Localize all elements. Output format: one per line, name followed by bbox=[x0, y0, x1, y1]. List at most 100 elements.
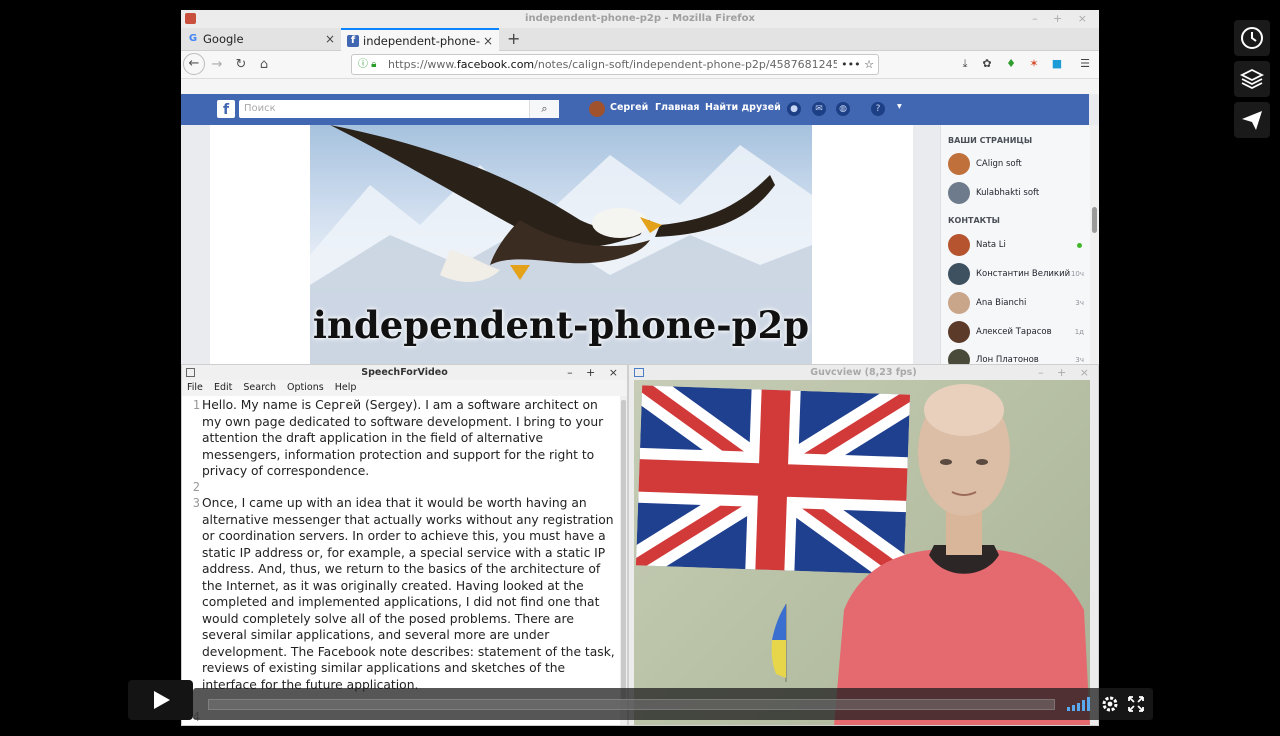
facebook-page: f Поиск ⌕ Сергей Главная Найти друзей ● … bbox=[181, 94, 1099, 364]
facebook-topbar: f Поиск ⌕ Сергей Главная Найти друзей ● … bbox=[181, 94, 1089, 125]
menu-options[interactable]: Options bbox=[287, 382, 324, 393]
find-friends-link[interactable]: Найти друзей bbox=[705, 102, 781, 113]
contact-item[interactable]: Ana Bianchi 3ч bbox=[948, 292, 1088, 316]
paper-plane-icon bbox=[1242, 111, 1262, 130]
tab-independent-phone-p2p[interactable]: f independent-phone-p2p × bbox=[341, 28, 499, 71]
webcam-preview bbox=[634, 380, 1090, 725]
editor-titlebar: SpeechForVideo – + × bbox=[182, 365, 627, 380]
contact-item[interactable]: Лон Платонов 3ч bbox=[948, 349, 1088, 364]
avatar bbox=[948, 321, 970, 343]
avatar bbox=[948, 292, 970, 314]
presenter-video bbox=[834, 384, 1090, 725]
window-controls[interactable]: – + × bbox=[1038, 365, 1094, 380]
tab-google[interactable]: G Google × bbox=[181, 28, 341, 51]
contact-item[interactable]: Константин Великий 10ч bbox=[948, 263, 1088, 287]
facebook-favicon-icon: f bbox=[347, 35, 359, 47]
firefox-app-icon bbox=[185, 13, 196, 24]
download-icon[interactable]: ⤓ bbox=[957, 56, 973, 72]
text-line: Hello. My name is Сергей (Sergey). I am … bbox=[202, 398, 604, 478]
collections-button[interactable] bbox=[1234, 61, 1270, 97]
help-icon[interactable]: ? bbox=[871, 102, 885, 116]
home-icon[interactable]: ⌂ bbox=[254, 55, 274, 75]
note-banner-image: independent-phone-p2p bbox=[310, 125, 812, 364]
layers-icon bbox=[1239, 68, 1265, 90]
menu-file[interactable]: File bbox=[187, 382, 203, 393]
search-icon[interactable]: ⌕ bbox=[529, 100, 559, 118]
new-tab-plus-icon[interactable]: + bbox=[507, 28, 520, 50]
reload-icon[interactable]: ↻ bbox=[231, 55, 251, 75]
window-title: independent-phone-p2p - Mozilla Firefox bbox=[525, 13, 755, 24]
url-bar[interactable]: ⓘ 🔒︎ https://www.facebook.com/notes/cali… bbox=[351, 54, 879, 75]
editor-menubar: File Edit Search Options Help bbox=[182, 380, 627, 396]
play-icon bbox=[154, 691, 170, 709]
menu-hamburger-icon[interactable]: ☰ bbox=[1077, 56, 1093, 72]
back-arrow-icon[interactable]: ← bbox=[183, 53, 205, 75]
progress-track[interactable] bbox=[208, 699, 1055, 710]
contact-item[interactable]: Nata Li bbox=[948, 234, 1088, 258]
extension-icon[interactable]: ■ bbox=[1049, 56, 1065, 72]
tab-strip: G Google × f independent-phone-p2p × + bbox=[181, 28, 1099, 71]
page-scrollbar[interactable] bbox=[1090, 125, 1099, 364]
window-controls[interactable]: – + × bbox=[567, 365, 623, 380]
line-number: 3 bbox=[192, 496, 200, 510]
avatar bbox=[948, 263, 970, 285]
extension-icon[interactable]: ✶ bbox=[1026, 56, 1042, 72]
fullscreen-icon[interactable] bbox=[1127, 695, 1145, 713]
sidebar-page-kulabhakti-soft[interactable]: Kulabhakti soft bbox=[948, 182, 1088, 206]
close-tab-icon[interactable]: × bbox=[483, 30, 493, 53]
tab-label: Google bbox=[203, 32, 244, 46]
guvcview-title: Guvcview (8,23 fps) bbox=[810, 367, 917, 378]
facebook-right-sidebar: ВАШИ СТРАНИЦЫ CAlign soft Kulabhakti sof… bbox=[940, 125, 1090, 364]
messenger-icon[interactable]: ✉ bbox=[812, 102, 826, 116]
avatar[interactable] bbox=[589, 101, 605, 117]
line-number: 1 bbox=[192, 398, 200, 412]
friends-icon[interactable]: ● bbox=[787, 102, 801, 116]
volume-bars-icon[interactable] bbox=[1066, 696, 1092, 712]
ukraine-flag-image bbox=[771, 604, 787, 682]
line-number: 2 bbox=[192, 480, 200, 494]
extension-icon[interactable]: ♦ bbox=[1003, 56, 1019, 72]
menu-edit[interactable]: Edit bbox=[214, 382, 232, 393]
editor-title: SpeechForVideo bbox=[361, 367, 448, 378]
menu-search[interactable]: Search bbox=[243, 382, 276, 393]
avatar bbox=[948, 153, 970, 175]
settings-gear-icon[interactable] bbox=[1100, 694, 1120, 714]
google-favicon-icon: G bbox=[188, 33, 198, 44]
pages-header: ВАШИ СТРАНИЦЫ bbox=[948, 136, 1033, 145]
profile-link[interactable]: Сергей bbox=[610, 102, 648, 113]
window-controls[interactable]: – + × bbox=[1032, 10, 1093, 28]
speechforvideo-window: SpeechForVideo – + × File Edit Search Op… bbox=[181, 364, 628, 726]
facebook-logo-icon[interactable]: f bbox=[217, 100, 235, 118]
lock-icon[interactable]: ⓘ 🔒︎ bbox=[358, 55, 377, 74]
forward-arrow-icon[interactable]: → bbox=[207, 55, 227, 75]
page-actions[interactable]: ••• ☆ bbox=[837, 55, 874, 74]
menu-help[interactable]: Help bbox=[335, 382, 357, 393]
play-button[interactable] bbox=[128, 680, 193, 720]
sidebar-page-calign-soft[interactable]: CAlign soft bbox=[948, 153, 1088, 177]
facebook-search-input[interactable]: Поиск ⌕ bbox=[239, 100, 559, 118]
watch-later-button[interactable] bbox=[1234, 20, 1270, 56]
editor-scrollbar[interactable] bbox=[620, 396, 627, 725]
guvcview-app-icon bbox=[634, 368, 644, 377]
editor-text-area[interactable]: 1 Hello. My name is Сергей (Sergey). I a… bbox=[182, 396, 619, 725]
close-tab-icon[interactable]: × bbox=[325, 28, 335, 51]
navigation-toolbar: ← → ↻ ⌂ ⓘ 🔒︎ https://www.facebook.com/no… bbox=[181, 51, 1099, 79]
contact-item[interactable]: Алексей Тарасов 1д bbox=[948, 321, 1088, 345]
extension-icon[interactable]: ✿ bbox=[979, 56, 995, 72]
notifications-globe-icon[interactable]: ◍ bbox=[836, 102, 850, 116]
banner-title: independent-phone-p2p bbox=[312, 303, 810, 347]
avatar bbox=[948, 234, 970, 256]
online-status-icon bbox=[1077, 243, 1082, 248]
contacts-header: КОНТАКТЫ bbox=[948, 216, 1000, 225]
chevron-down-icon[interactable]: ▾ bbox=[897, 101, 902, 112]
home-link[interactable]: Главная bbox=[655, 102, 700, 113]
share-button[interactable] bbox=[1234, 102, 1270, 138]
window-titlebar: independent-phone-p2p - Mozilla Firefox … bbox=[181, 10, 1099, 28]
avatar bbox=[948, 182, 970, 204]
guvcview-window: Guvcview (8,23 fps) – + × bbox=[628, 364, 1099, 726]
firefox-window: independent-phone-p2p - Mozilla Firefox … bbox=[181, 10, 1099, 364]
guvcview-titlebar: Guvcview (8,23 fps) – + × bbox=[629, 365, 1098, 380]
clock-icon bbox=[1241, 27, 1263, 49]
editor-app-icon bbox=[186, 368, 195, 377]
avatar bbox=[948, 349, 970, 364]
